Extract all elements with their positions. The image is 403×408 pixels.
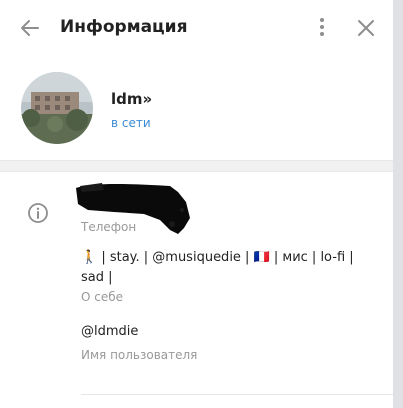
page-title: Информация — [60, 17, 188, 37]
section-divider — [0, 160, 393, 172]
info-icon — [27, 202, 49, 224]
about-text: 🚶 | stay. | @musiquedie | 🇫🇷 | мис | lo-… — [81, 250, 354, 285]
avatar[interactable] — [21, 72, 93, 144]
panel-header: Информация — [0, 0, 393, 56]
back-arrow-icon[interactable] — [18, 16, 42, 40]
profile-name: ldm» — [111, 90, 153, 108]
phone-label: Телефон — [81, 220, 137, 234]
section-divider-bottom — [81, 394, 393, 395]
online-status: в сети — [111, 116, 151, 130]
profile-section: ldm» в сети — [0, 56, 393, 160]
about-label: О себе — [81, 290, 124, 304]
info-panel: Информация ldm» в сети Телефон 🚶 | stay.… — [0, 0, 393, 408]
username-label: Имя пользователя — [81, 348, 198, 362]
more-menu-icon[interactable] — [311, 14, 333, 40]
username-value[interactable]: @ldmdie — [81, 324, 138, 339]
close-icon[interactable] — [354, 16, 378, 40]
